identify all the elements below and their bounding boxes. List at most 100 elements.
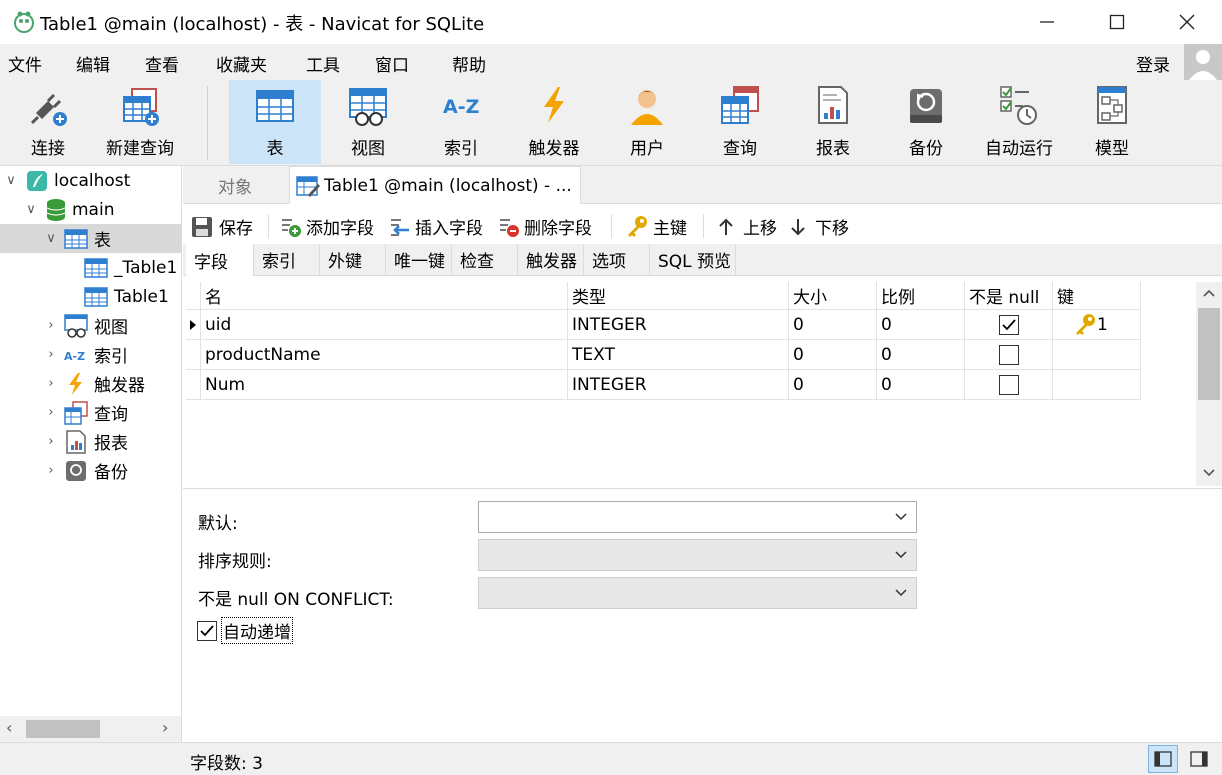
tree-item-main[interactable]: ∨ main <box>0 195 181 224</box>
chevron-right-icon[interactable]: › <box>44 376 58 391</box>
tab-sql-preview[interactable]: SQL 预览 <box>650 244 736 275</box>
column-header-name[interactable]: 名 <box>201 282 568 310</box>
cell-type[interactable]: INTEGER <box>568 310 789 340</box>
toolbar-table[interactable]: 表 <box>229 80 321 164</box>
column-header-key[interactable]: 键 <box>1053 282 1141 310</box>
scroll-right-icon[interactable]: › <box>162 718 168 737</box>
save-button[interactable]: 保存 <box>191 214 253 239</box>
auto-increment-checkbox[interactable] <box>197 620 217 641</box>
toolbar-model[interactable]: 模型 <box>1066 80 1158 164</box>
cell-type[interactable]: INTEGER <box>568 370 789 400</box>
chevron-down-icon[interactable]: ∨ <box>24 202 38 217</box>
column-header-not-null[interactable]: 不是 null <box>965 282 1053 310</box>
maximize-button[interactable] <box>1082 0 1152 44</box>
cell-name[interactable]: uid <box>201 310 568 340</box>
tree-item-indexes[interactable]: › A-Z 索引 <box>0 340 181 369</box>
toolbar-automation[interactable]: 自动运行 <box>973 80 1065 164</box>
primary-key-button[interactable]: 主键 <box>625 214 687 239</box>
layout-right-panel-button[interactable] <box>1184 745 1214 773</box>
toolbar-new-query[interactable]: 新建查询 <box>94 80 186 164</box>
cell-name[interactable]: Num <box>201 370 568 400</box>
insert-field-button[interactable]: 插入字段 <box>389 214 483 239</box>
cell-size[interactable]: 0 <box>789 340 877 370</box>
menu-edit[interactable]: 编辑 <box>76 51 110 76</box>
tree-item-backups[interactable]: › 备份 <box>0 456 181 485</box>
tab-objects[interactable]: 对象 <box>183 166 287 204</box>
layout-left-panel-button[interactable] <box>1148 745 1178 773</box>
chevron-right-icon[interactable]: › <box>44 463 58 478</box>
scroll-thumb[interactable] <box>26 720 100 738</box>
tree-item-queries[interactable]: › 查询 <box>0 398 181 427</box>
menu-window[interactable]: 窗口 <box>375 51 409 76</box>
menu-help[interactable]: 帮助 <box>452 51 486 76</box>
cell-not-null[interactable] <box>965 340 1053 370</box>
tree-item-table[interactable]: _Table1 <box>0 253 181 282</box>
tab-fields[interactable]: 字段 <box>186 244 254 276</box>
toolbar-index[interactable]: A-Z 索引 <box>415 80 507 164</box>
cell-name[interactable]: productName <box>201 340 568 370</box>
toolbar-trigger[interactable]: 触发器 <box>508 80 600 164</box>
chevron-down-icon[interactable]: ∨ <box>4 173 18 188</box>
tab-checks[interactable]: 检查 <box>452 244 518 275</box>
move-up-button[interactable]: 上移 <box>717 214 777 239</box>
tree-horizontal-scrollbar[interactable]: ‹ › <box>0 716 181 742</box>
chevron-right-icon[interactable]: › <box>44 405 58 420</box>
cell-key[interactable] <box>1053 340 1141 370</box>
tree-item-reports[interactable]: › 报表 <box>0 427 181 456</box>
delete-field-button[interactable]: 删除字段 <box>498 214 592 239</box>
tab-foreign-keys[interactable]: 外键 <box>320 244 386 275</box>
scroll-thumb[interactable] <box>1198 308 1220 400</box>
menu-tools[interactable]: 工具 <box>306 51 340 76</box>
toolbar-report[interactable]: 报表 <box>787 80 879 164</box>
close-button[interactable] <box>1152 0 1222 44</box>
column-header-type[interactable]: 类型 <box>568 282 789 310</box>
toolbar-user[interactable]: 用户 <box>601 80 693 164</box>
scroll-left-icon[interactable]: ‹ <box>6 718 12 737</box>
scroll-down-icon[interactable] <box>1202 468 1216 478</box>
tab-table1-design[interactable]: Table1 @main (localhost) - ... <box>289 166 581 204</box>
cell-size[interactable]: 0 <box>789 370 877 400</box>
cell-key[interactable] <box>1053 370 1141 400</box>
cell-scale[interactable]: 0 <box>877 310 965 340</box>
tree-item-triggers[interactable]: › 触发器 <box>0 369 181 398</box>
minimize-button[interactable] <box>1012 0 1082 44</box>
menu-view[interactable]: 查看 <box>145 51 179 76</box>
login-link[interactable]: 登录 <box>1136 51 1170 76</box>
chevron-right-icon[interactable]: › <box>44 434 58 449</box>
collation-select[interactable] <box>478 539 917 571</box>
chevron-right-icon[interactable]: › <box>44 318 58 333</box>
scroll-up-icon[interactable] <box>1202 288 1216 298</box>
grid-vertical-scrollbar[interactable] <box>1196 282 1222 486</box>
tab-options[interactable]: 选项 <box>584 244 650 275</box>
auto-increment-option[interactable]: 自动递增 <box>197 617 293 644</box>
toolbar-backup[interactable]: 备份 <box>880 80 972 164</box>
cell-not-null[interactable] <box>965 310 1053 340</box>
cell-key[interactable]: 1 <box>1053 310 1141 340</box>
menu-favorites[interactable]: 收藏夹 <box>216 51 267 76</box>
not-null-conflict-select[interactable] <box>478 577 917 609</box>
add-field-button[interactable]: 添加字段 <box>280 214 374 239</box>
avatar[interactable] <box>1184 44 1222 80</box>
menu-file[interactable]: 文件 <box>8 51 42 76</box>
tree-item-table[interactable]: Table1 <box>0 282 181 311</box>
tree-item-tables[interactable]: ∨ 表 <box>0 224 181 253</box>
toolbar-connect[interactable]: 连接 <box>2 80 94 164</box>
toolbar-query[interactable]: 查询 <box>694 80 786 164</box>
chevron-right-icon[interactable]: › <box>44 347 58 362</box>
toolbar-view[interactable]: 视图 <box>322 80 414 164</box>
chevron-down-icon[interactable]: ∨ <box>44 231 58 246</box>
column-header-size[interactable]: 大小 <box>789 282 877 310</box>
cell-scale[interactable]: 0 <box>877 340 965 370</box>
cell-type[interactable]: TEXT <box>568 340 789 370</box>
not-null-checkbox[interactable] <box>998 344 1019 365</box>
cell-size[interactable]: 0 <box>789 310 877 340</box>
tab-indexes[interactable]: 索引 <box>254 244 320 275</box>
default-select[interactable] <box>478 501 917 533</box>
tab-unique-keys[interactable]: 唯一键 <box>386 244 452 275</box>
cell-not-null[interactable] <box>965 370 1053 400</box>
tree-item-views[interactable]: › 视图 <box>0 311 181 340</box>
not-null-checkbox[interactable] <box>998 314 1019 335</box>
tab-triggers[interactable]: 触发器 <box>518 244 584 275</box>
column-header-scale[interactable]: 比例 <box>877 282 965 310</box>
not-null-checkbox[interactable] <box>998 374 1019 395</box>
